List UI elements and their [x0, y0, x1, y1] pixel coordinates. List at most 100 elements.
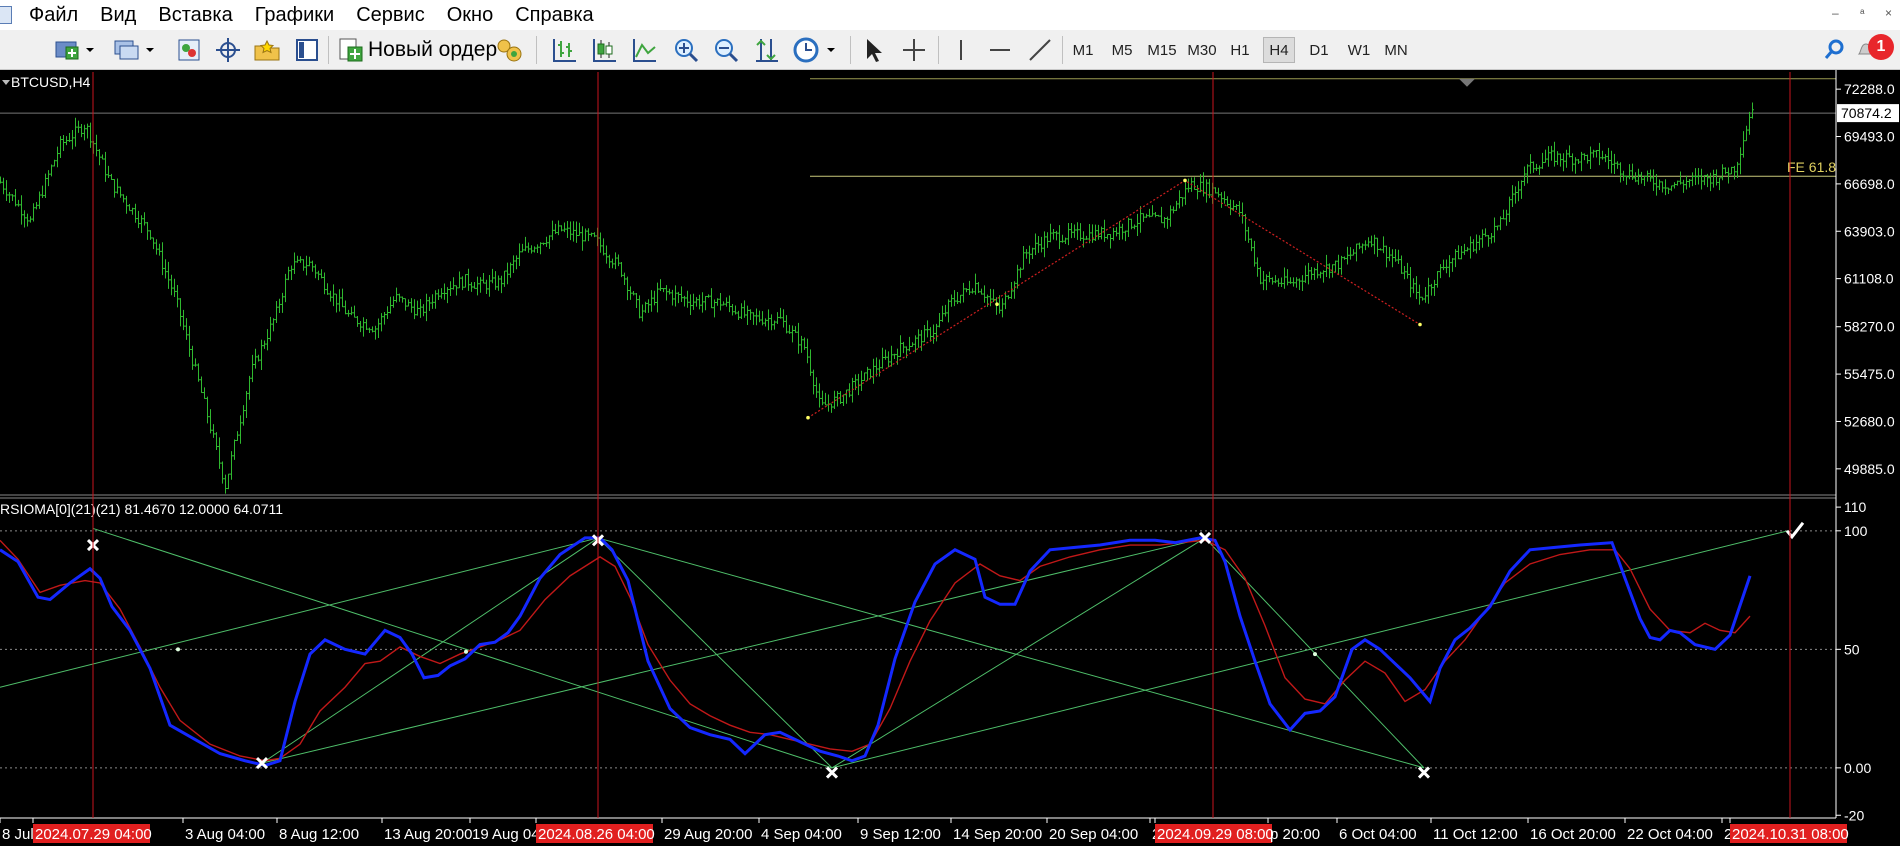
- menu-window[interactable]: Окно: [436, 4, 504, 27]
- bar-chart-button[interactable]: [550, 36, 578, 64]
- time-tick-label: 3 Aug 04:00: [185, 826, 265, 843]
- restore-button[interactable]: ᵃ: [1860, 6, 1864, 20]
- crosshair-button[interactable]: [900, 36, 928, 64]
- chart-symbol-title: BTCUSD,H4: [11, 74, 91, 90]
- time-tick-label: 8 Aug 12:00: [279, 826, 359, 843]
- rsi-midpoint: [464, 649, 468, 654]
- rsi-midpoint: [176, 647, 180, 652]
- zoom-in-button[interactable]: [672, 36, 700, 64]
- time-tick-label: 29 Aug 20:00: [664, 826, 752, 843]
- current-price-label: 70874.2: [1841, 105, 1892, 121]
- chart-window[interactable]: FE 61.8 BTCUSD,H4 RSIOMA[0](21)(21) 81.46…: [0, 70, 1900, 846]
- indicator-tick-label: 0.00: [1844, 760, 1871, 776]
- price-tick-label: 61108.0: [1844, 271, 1894, 287]
- search-icon: [1824, 39, 1844, 59]
- profiles-icon: [114, 40, 154, 60]
- app-icon: [0, 6, 12, 24]
- horizontal-line-button[interactable]: [986, 36, 1014, 64]
- price-tick-label: 63903.0: [1844, 223, 1895, 239]
- timeframe-h4[interactable]: H4: [1263, 37, 1295, 63]
- line-chart-icon: [633, 39, 656, 62]
- crosshair-icon: [903, 39, 925, 61]
- time-tick-label: 2024.09.29 08:00: [1157, 826, 1274, 843]
- time-tick-label: 20 Sep 04:00: [1049, 826, 1138, 843]
- menu-insert[interactable]: Вставка: [147, 4, 243, 27]
- price-tick-label: 66698.0: [1844, 176, 1895, 192]
- new-chart-icon: [55, 41, 94, 60]
- indicators-button[interactable]: [752, 36, 780, 64]
- new-order-icon: [339, 38, 363, 62]
- timeframe-m5[interactable]: M5: [1106, 37, 1138, 63]
- autotrading-icon: [497, 39, 522, 62]
- candlestick-button[interactable]: [590, 36, 618, 64]
- periods-clock-icon: [793, 37, 835, 63]
- time-tick-label: p 20:00: [1270, 826, 1320, 843]
- menu-view[interactable]: Вид: [89, 4, 147, 27]
- time-tick-label: 14 Sep 20:00: [953, 826, 1042, 843]
- price-tick-label: 49885.0: [1844, 461, 1895, 477]
- timeframe-m30[interactable]: M30: [1183, 37, 1221, 63]
- time-tick-label: 16 Oct 20:00: [1530, 826, 1616, 843]
- zigzag-point: [995, 302, 999, 306]
- new-chart-button[interactable]: [52, 36, 96, 64]
- indicator-tick-label: -20: [1844, 807, 1864, 823]
- indicators-icon: [756, 39, 778, 62]
- minimize-button[interactable]: ‒: [1832, 6, 1839, 20]
- periods-button[interactable]: [792, 36, 838, 64]
- toolbar-separator: [1062, 36, 1063, 64]
- trendline-button[interactable]: [1026, 36, 1054, 64]
- timeframe-w1[interactable]: W1: [1343, 37, 1375, 63]
- timeframe-m15[interactable]: M15: [1143, 37, 1181, 63]
- menu-file[interactable]: Файл: [18, 4, 89, 27]
- menu-bar: Файл Вид Вставка Графики Сервис Окно Спр…: [0, 0, 1900, 30]
- data-window-button[interactable]: [294, 36, 320, 64]
- profiles-button[interactable]: [110, 36, 158, 64]
- cursor-button[interactable]: [860, 36, 886, 64]
- favorites-icon: [254, 39, 280, 61]
- timeframe-d1[interactable]: D1: [1303, 37, 1335, 63]
- price-tick-label: 69493.0: [1844, 129, 1895, 145]
- search-button[interactable]: [1822, 36, 1848, 64]
- zoom-out-icon: [715, 39, 739, 63]
- time-tick-label: 4 Sep 04:00: [761, 826, 842, 843]
- new-order-label: Новый ордер: [368, 38, 498, 61]
- market-watch-button[interactable]: [176, 36, 204, 64]
- toolbar-separator: [850, 36, 851, 64]
- timeframe-h1[interactable]: H1: [1225, 37, 1255, 63]
- price-tick-label: 52680.0: [1844, 413, 1895, 429]
- timeframe-mn[interactable]: MN: [1379, 37, 1413, 63]
- trendline-icon: [1029, 39, 1051, 61]
- favorites-button[interactable]: [252, 36, 282, 64]
- zigzag-point: [806, 415, 810, 420]
- price-tick-label: 58270.0: [1844, 319, 1895, 335]
- notification-badge[interactable]: 1: [1868, 34, 1894, 60]
- zoom-in-icon: [675, 39, 699, 63]
- new-order-button[interactable]: Новый ордер: [338, 36, 520, 64]
- toolbar: Новый ордер M1 M5 M15 M30 H1 H4 D1 W1 MN: [0, 30, 1900, 70]
- zoom-out-button[interactable]: [712, 36, 740, 64]
- navigator-button[interactable]: [214, 36, 242, 64]
- time-tick-label: 2024.07.29 04:00: [35, 826, 152, 843]
- time-tick-label: 19 Aug 04:: [472, 826, 544, 843]
- autotrading-button[interactable]: [494, 36, 524, 64]
- time-tick-label: 8 Jul: [2, 826, 34, 843]
- indicator-tick-label: 110: [1844, 499, 1867, 515]
- rsi-midpoint: [1313, 652, 1317, 657]
- timeframe-m1[interactable]: M1: [1068, 37, 1098, 63]
- price-tick-label: 72288.0: [1844, 81, 1895, 97]
- market-watch-icon: [178, 39, 200, 61]
- time-tick-label: 2024.10.31 08:00: [1732, 826, 1849, 843]
- close-button[interactable]: ×: [1885, 6, 1892, 20]
- vertical-line-button[interactable]: [948, 36, 974, 64]
- line-chart-button[interactable]: [630, 36, 658, 64]
- indicator-tick-label: 100: [1844, 523, 1868, 539]
- price-tick-label: 55475.0: [1844, 366, 1895, 382]
- candlestick-icon: [593, 39, 616, 62]
- time-tick-label: 2024.08.26 04:00: [538, 826, 655, 843]
- time-tick-label: 22 Oct 04:00: [1627, 826, 1713, 843]
- toolbar-separator: [938, 36, 939, 64]
- time-tick-label: 6 Oct 04:00: [1339, 826, 1417, 843]
- menu-charts[interactable]: Графики: [244, 4, 346, 27]
- menu-help[interactable]: Справка: [504, 4, 604, 27]
- menu-tools[interactable]: Сервис: [345, 4, 436, 27]
